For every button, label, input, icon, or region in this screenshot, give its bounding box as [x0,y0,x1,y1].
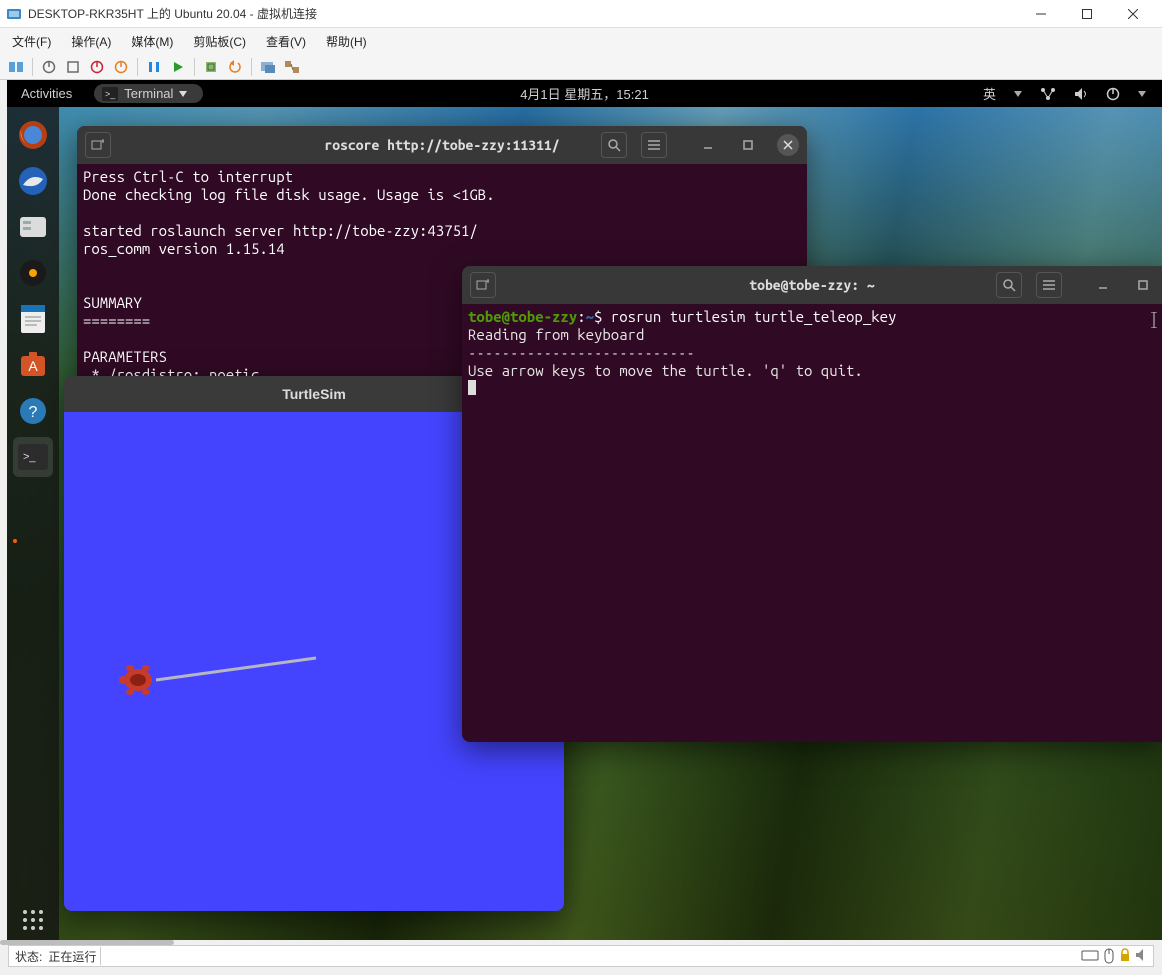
new-tab-button[interactable] [470,272,496,298]
app-menu-label: Terminal [124,86,173,101]
host-title: DESKTOP-RKR35HT 上的 Ubuntu 20.04 - 虚拟机连接 [28,5,317,22]
enhanced-button[interactable] [258,57,278,77]
chevron-down-icon [1014,91,1022,97]
start-button[interactable] [39,57,59,77]
window-title: roscore http://tobe-zzy:11311/ [324,137,559,153]
host-menubar: 文件(F) 操作(A) 媒体(M) 剪贴板(C) 查看(V) 帮助(H) [0,28,1162,54]
shutdown-button[interactable] [87,57,107,77]
minimize-button[interactable] [697,134,719,156]
dock-writer[interactable] [13,299,53,339]
power-icon[interactable] [1106,87,1120,101]
gnome-top-bar: Activities >_ Terminal 4月1日 星期五，15:21 英 [7,80,1162,107]
lock-tray-icon[interactable] [1119,948,1131,964]
turnoff-button[interactable] [63,57,83,77]
menu-clipboard[interactable]: 剪贴板(C) [193,33,246,50]
status-label: 状态: [9,948,48,965]
keyboard-tray-icon[interactable] [1081,948,1099,964]
pause-button[interactable] [144,57,164,77]
host-maximize-button[interactable] [1064,0,1110,28]
host-statusbar: 状态: 正在运行 [8,945,1154,967]
menu-file[interactable]: 文件(F) [12,33,51,50]
share-button[interactable] [282,57,302,77]
dock-show-apps[interactable] [13,900,53,940]
ctrl-alt-del-button[interactable] [6,57,26,77]
svg-text:A: A [28,358,38,374]
status-value: 正在运行 [48,948,96,965]
revert-button[interactable] [225,57,245,77]
minimize-button[interactable] [1092,274,1114,296]
menu-button[interactable] [1036,272,1062,298]
dock-help[interactable]: ? [13,391,53,431]
volume-icon[interactable] [1074,87,1088,101]
dock-thunderbird[interactable] [13,161,53,201]
terminal-window-teleop[interactable]: tobe@tobe-zzy: ~ tobe@tobe-zzy:~$ rosrun… [462,266,1162,742]
menu-media[interactable]: 媒体(M) [131,33,173,50]
vm-app-icon [6,6,22,22]
close-button[interactable] [777,134,799,156]
speaker-tray-icon[interactable] [1135,948,1149,964]
window-header[interactable]: roscore http://tobe-zzy:11311/ [77,126,807,164]
menu-help[interactable]: 帮助(H) [326,33,367,50]
vm-viewport: Activities >_ Terminal 4月1日 星期五，15:21 英 … [7,80,1162,940]
host-titlebar: DESKTOP-RKR35HT 上的 Ubuntu 20.04 - 虚拟机连接 [0,0,1162,28]
activities-button[interactable]: Activities [7,86,86,101]
svg-text:>_: >_ [105,89,116,99]
svg-text:?: ? [29,404,38,421]
search-button[interactable] [996,272,1022,298]
app-menu-button[interactable]: >_ Terminal [94,84,203,103]
window-header[interactable]: tobe@tobe-zzy: ~ [462,266,1162,304]
host-minimize-button[interactable] [1018,0,1064,28]
reset-button[interactable] [111,57,131,77]
dock-software[interactable]: A [13,345,53,385]
clock[interactable]: 4月1日 星期五，15:21 [520,84,649,103]
dock-rhythmbox[interactable] [13,253,53,293]
dock-terminal[interactable]: >_ [13,437,53,477]
menu-view[interactable]: 查看(V) [266,33,306,50]
search-button[interactable] [601,132,627,158]
mouse-tray-icon[interactable] [1103,948,1115,964]
svg-text:>_: >_ [23,451,36,463]
terminal-icon: >_ [102,87,118,101]
maximize-button[interactable] [1132,274,1154,296]
text-cursor-icon [1150,312,1158,328]
window-title: tobe@tobe-zzy: ~ [749,277,874,293]
chevron-down-icon [1138,91,1146,97]
gnome-dock: A ? >_ [7,107,59,940]
play-button[interactable] [168,57,188,77]
checkpoint-button[interactable] [201,57,221,77]
cursor [468,380,476,395]
network-icon[interactable] [1040,87,1056,101]
menu-button[interactable] [641,132,667,158]
maximize-button[interactable] [737,134,759,156]
ime-indicator[interactable]: 英 [983,84,996,103]
dock-firefox[interactable] [13,115,53,155]
host-close-button[interactable] [1110,0,1156,28]
host-toolbar [0,54,1162,80]
chevron-down-icon [179,91,187,97]
terminal-output[interactable]: tobe@tobe-zzy:~$ rosrun turtlesim turtle… [462,304,1162,403]
new-tab-button[interactable] [85,132,111,158]
dock-indicator-dot [13,539,17,543]
dock-files[interactable] [13,207,53,247]
turtle-sprite [116,658,160,702]
menu-action[interactable]: 操作(A) [71,33,111,50]
